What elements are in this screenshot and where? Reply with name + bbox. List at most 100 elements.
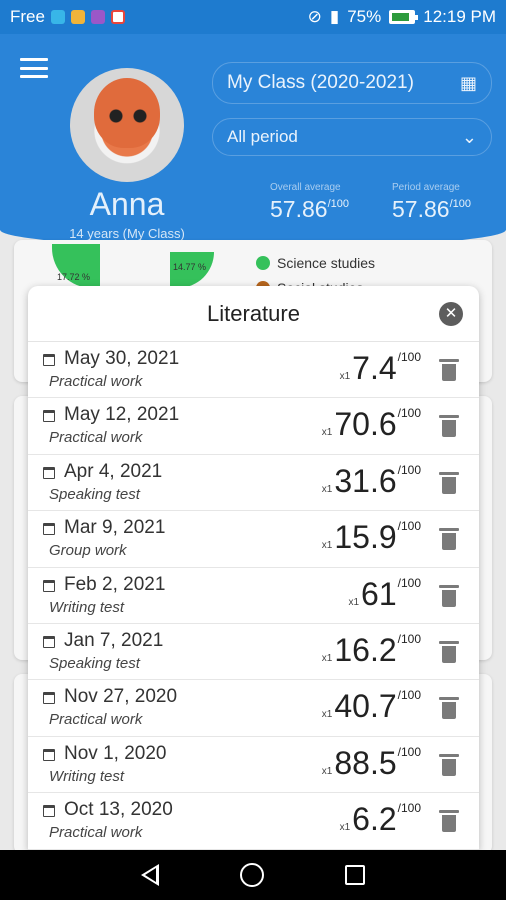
grade-row[interactable]: Jan 7, 2021 Speaking test x1 16.2/100 [28,624,479,681]
delete-icon[interactable] [439,640,459,663]
period-average-number: 57.86 [392,196,450,222]
grade-type: Speaking test [49,654,140,672]
grade-max: /100 [397,406,421,421]
grade-list: May 30, 2021 Practical work x1 7.4/100 May 1… [28,342,479,850]
grade-date: May 30, 2021 [64,348,180,369]
grade-row[interactable]: Apr 4, 2021 Speaking test x1 31.6/100 [28,455,479,512]
grade-date: Feb 2, 2021 [64,573,166,595]
grade-value: 40.7 [334,688,397,725]
grade-type: Writing test [49,598,125,616]
grade-date: Jan 7, 2021 [64,629,164,651]
class-select[interactable]: My Class (2020-2021) ▦ [212,62,492,104]
grade-coefficient: x1 [339,822,351,834]
grade-row[interactable]: May 30, 2021 Practical work x1 7.4/100 [28,342,479,399]
dialog-title: Literature [207,300,300,326]
messenger-app-icon [50,10,65,24]
grade-date: Mar 9, 2021 [64,517,166,539]
close-icon[interactable]: ✕ [439,302,463,326]
grade-score: x1 6.2/100 [340,801,421,837]
calendar-icon [43,805,55,818]
battery-icon [389,10,419,24]
grade-coefficient: x1 [321,709,333,721]
grade-type: Group work [49,542,127,560]
grade-score: x1 70.6/100 [322,406,421,442]
class-select-value: My Class (2020-2021) [227,72,414,93]
grade-value: 16.2 [334,631,397,668]
grade-score: x1 16.2/100 [322,632,421,668]
grade-date: May 12, 2021 [64,404,180,426]
home-icon[interactable] [239,863,264,887]
grade-row[interactable]: Nov 1, 2020 Writing test x1 88.5/100 [28,737,479,794]
grade-value: 6.2 [352,801,397,838]
delete-icon[interactable] [439,584,459,607]
status-bar: Free ⊘ ▮ 75% 12:19 PM [0,0,506,34]
grade-value: 61 [361,575,397,612]
period-select[interactable]: All period ⌄ [212,118,492,156]
chevron-down-icon: ⌄ [461,126,477,147]
grade-date: Apr 4, 2021 [64,460,163,482]
grade-value: 7.4 [352,350,397,386]
grade-type: Speaking test [49,485,140,503]
grade-value: 31.6 [334,462,397,499]
grade-date: Nov 1, 2020 [64,742,167,764]
grade-row[interactable]: Nov 27, 2020 Practical work x1 40.7/100 [28,680,479,737]
grade-score: x1 15.9/100 [322,519,421,555]
battery-percent: 75% [347,7,382,26]
grade-max: /100 [397,801,421,816]
grade-max: /100 [397,350,421,364]
grade-max: /100 [397,462,421,477]
grade-type: Practical work [49,373,143,390]
grade-coefficient: x1 [321,427,333,439]
subject-grades-dialog: Literature ✕ May 30, 2021 Practical work x… [28,286,479,850]
legend-science: Science studies [277,255,376,271]
student-avatar[interactable] [70,68,184,182]
calendar-icon [43,579,55,592]
play-store-icon [70,10,85,24]
grade-score: x1 88.5/100 [322,745,421,781]
delete-icon[interactable] [439,359,459,381]
grade-coefficient: x1 [321,652,333,664]
grade-coefficient: x1 [339,371,351,382]
student-header: Anna 14 years (My Class) My Class (2020-… [0,34,506,248]
clock: 12:19 PM [423,7,496,26]
grade-row[interactable]: Mar 9, 2021 Group work x1 15.9/100 [28,511,479,568]
delete-icon[interactable] [439,697,459,720]
delete-icon[interactable] [439,810,459,833]
grade-value: 70.6 [334,406,397,443]
app-notification-icon [90,10,105,24]
calendar-icon [43,748,55,761]
grade-value: 88.5 [334,744,397,781]
grade-score: x1 61/100 [348,576,421,612]
calendar-icon [43,635,55,648]
hamburger-menu-icon[interactable] [20,58,48,78]
period-average-max: /100 [449,198,471,210]
carrier-name: Free [10,7,45,26]
delete-icon[interactable] [439,415,459,438]
grade-score: x1 40.7/100 [322,688,421,724]
grade-max: /100 [397,575,421,590]
delete-icon[interactable] [439,753,459,776]
vibrate-off-icon: ⊘ [307,7,322,26]
student-info: 14 years (My Class) [69,226,185,241]
delete-icon[interactable] [439,528,459,551]
recent-apps-icon[interactable] [345,865,366,885]
grade-row[interactable]: May 12, 2021 Practical work x1 70.6/100 [28,398,479,455]
calendar-icon [43,692,55,705]
calendar-icon [43,410,55,423]
grade-type: Practical work [49,429,143,447]
overall-average-number: 57.86 [270,196,328,222]
period-select-value: All period [227,127,298,146]
grade-score: x1 7.4/100 [340,350,421,386]
grade-type: Practical work [49,824,143,842]
overall-average-value: 57.86/100 [270,196,349,223]
delete-icon[interactable] [439,471,459,494]
back-icon[interactable] [140,864,159,886]
grade-type: Writing test [49,767,125,785]
grade-max: /100 [397,631,421,646]
grade-row[interactable]: Oct 13, 2020 Practical work x1 6.2/100 [28,793,479,850]
period-average-label: Period average [392,182,460,193]
grade-row[interactable]: Feb 2, 2021 Writing test x1 61/100 [28,568,479,624]
pie-label: 17.72 % [57,272,91,282]
grade-max: /100 [397,688,421,703]
android-nav-bar [0,850,506,900]
